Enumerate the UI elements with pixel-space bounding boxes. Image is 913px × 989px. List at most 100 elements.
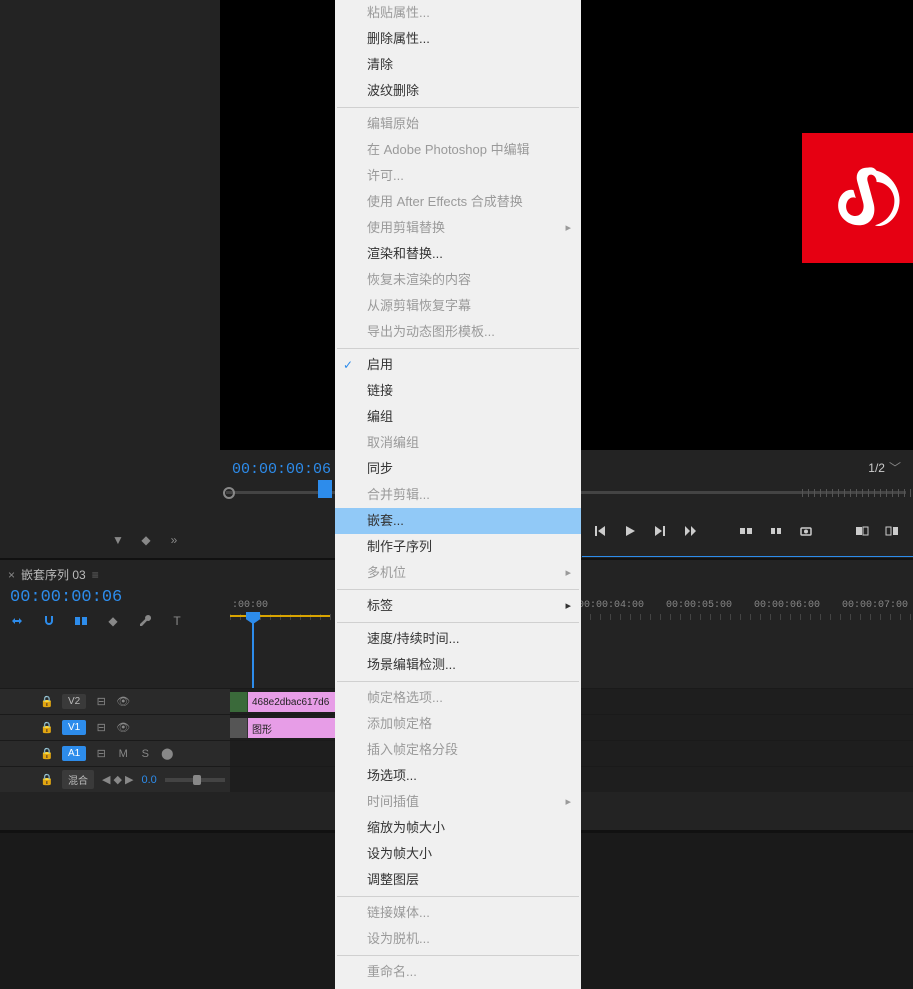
comparison-view-button[interactable] xyxy=(852,521,872,541)
menu-separator xyxy=(337,681,579,682)
sequence-tab[interactable]: × 嵌套序列 03 ≡ xyxy=(8,566,100,583)
left-empty-area xyxy=(0,0,220,450)
menu-item-28[interactable]: 场景编辑检测... xyxy=(335,652,581,678)
marker-icon[interactable]: ◆ xyxy=(138,532,154,548)
menu-item-17[interactable]: 编组 xyxy=(335,404,581,430)
menu-item-22[interactable]: 制作子序列 xyxy=(335,534,581,560)
menu-item-6: 在 Adobe Photoshop 中编辑 xyxy=(335,137,581,163)
step-back-button[interactable] xyxy=(590,521,610,541)
program-timecode[interactable]: 00:00:00:06 xyxy=(232,461,331,478)
menu-item-23: 多机位 xyxy=(335,560,581,586)
scrub-playhead-marker[interactable] xyxy=(318,480,332,498)
menu-item-39: 链接媒体... xyxy=(335,900,581,926)
track-v2-label[interactable]: V2 xyxy=(62,694,86,709)
menu-item-36[interactable]: 设为帧大小 xyxy=(335,841,581,867)
close-tab-icon[interactable]: × xyxy=(8,568,15,582)
text-tool-icon[interactable]: T xyxy=(168,612,186,630)
extract-button[interactable] xyxy=(766,521,786,541)
lock-icon[interactable]: 🔒 xyxy=(40,695,54,708)
menu-item-27[interactable]: 速度/持续时间... xyxy=(335,626,581,652)
mix-slider[interactable] xyxy=(165,778,225,782)
eye-icon[interactable]: 👁 xyxy=(116,721,130,734)
play-button[interactable] xyxy=(620,521,640,541)
netease-music-logo xyxy=(802,133,913,263)
solo-button[interactable]: S xyxy=(138,748,152,760)
menu-item-13: 导出为动态图形模板... xyxy=(335,319,581,345)
mute-button[interactable]: M xyxy=(116,748,130,760)
menu-separator xyxy=(337,622,579,623)
work-area-bar[interactable] xyxy=(230,615,330,617)
tab-menu-icon[interactable]: ≡ xyxy=(92,568,100,582)
track-v2-header[interactable]: 🔒 V2 ⊟ 👁 xyxy=(0,689,230,714)
wrench-tool-icon[interactable] xyxy=(136,612,154,630)
export-frame-button[interactable] xyxy=(796,521,816,541)
lock-icon[interactable]: 🔒 xyxy=(40,721,54,734)
go-to-out-button[interactable] xyxy=(680,521,700,541)
menu-item-7: 许可... xyxy=(335,163,581,189)
mix-value[interactable]: 0.0 xyxy=(142,774,157,786)
clip-fx-badge[interactable] xyxy=(230,718,248,738)
menu-item-15[interactable]: 启用 xyxy=(335,352,581,378)
settings-button[interactable] xyxy=(882,521,902,541)
menu-item-42: 重命名... xyxy=(335,959,581,985)
menu-item-12: 从源剪辑恢复字幕 xyxy=(335,293,581,319)
track-a1-header[interactable]: 🔒 A1 ⊟ M S ⬤ xyxy=(0,741,230,766)
ruler-label-3: 00:00:06:00 xyxy=(754,600,820,611)
menu-item-25[interactable]: 标签 xyxy=(335,593,581,619)
clip-context-menu[interactable]: 粘贴属性...删除属性...清除波纹删除编辑原始在 Adobe Photosho… xyxy=(335,0,581,989)
menu-item-35[interactable]: 缩放为帧大小 xyxy=(335,815,581,841)
sync-lock-icon[interactable]: ⊟ xyxy=(94,721,108,734)
music-note-icon xyxy=(827,158,907,238)
menu-item-1[interactable]: 删除属性... xyxy=(335,26,581,52)
ruler-label-1: 00:00:04:00 xyxy=(578,600,644,611)
menu-item-20: 合并剪辑... xyxy=(335,482,581,508)
track-v1-header[interactable]: 🔒 V1 ⊟ 👁 xyxy=(0,715,230,740)
lock-icon[interactable]: 🔒 xyxy=(40,773,54,786)
marker-tool-icon[interactable]: ◆ xyxy=(104,612,122,630)
clip-fx-badge[interactable] xyxy=(230,692,248,712)
eye-icon[interactable]: 👁 xyxy=(116,695,130,708)
menu-item-37[interactable]: 调整图层 xyxy=(335,867,581,893)
scrub-ruler-ticks xyxy=(802,489,913,497)
clip-v2[interactable]: 468e2dbac617d6 xyxy=(248,692,338,712)
step-forward-button[interactable] xyxy=(650,521,670,541)
timeline-timecode[interactable]: 00:00:00:06 xyxy=(10,588,122,607)
snap-tool-icon[interactable] xyxy=(40,612,58,630)
menu-item-34: 时间插值 xyxy=(335,789,581,815)
menu-item-10[interactable]: 渲染和替换... xyxy=(335,241,581,267)
sync-lock-icon[interactable]: ⊟ xyxy=(94,747,108,760)
transport-controls xyxy=(582,515,913,547)
menu-separator xyxy=(337,589,579,590)
zoom-level-dropdown[interactable]: 1/2 ﹀ xyxy=(868,459,901,476)
track-v1-label[interactable]: V1 xyxy=(62,720,86,735)
timeline-tools: ◆ T xyxy=(8,612,186,630)
menu-item-33[interactable]: 场选项... xyxy=(335,763,581,789)
menu-item-19[interactable]: 同步 xyxy=(335,456,581,482)
menu-item-32: 插入帧定格分段 xyxy=(335,737,581,763)
keyframe-nav-icon[interactable]: ◀ ◆ ▶ xyxy=(102,773,134,786)
menu-item-3[interactable]: 波纹删除 xyxy=(335,78,581,104)
linked-selection-icon[interactable] xyxy=(72,612,90,630)
menu-item-8: 使用 After Effects 合成替换 xyxy=(335,189,581,215)
clip-v1[interactable]: 图形 xyxy=(248,718,338,738)
menu-item-21[interactable]: 嵌套... xyxy=(335,508,581,534)
filter-icon[interactable]: ▼ xyxy=(110,532,126,548)
lock-icon[interactable]: 🔒 xyxy=(40,747,54,760)
lift-button[interactable] xyxy=(736,521,756,541)
track-mix-header[interactable]: 🔒 混合 ◀ ◆ ▶ 0.0 xyxy=(0,767,230,792)
track-a1-label[interactable]: A1 xyxy=(62,746,86,761)
menu-separator xyxy=(337,955,579,956)
scrub-start-handle[interactable] xyxy=(223,487,235,499)
menu-item-40: 设为脱机... xyxy=(335,926,581,952)
ruler-label-0: :00:00 xyxy=(232,600,268,611)
menu-separator xyxy=(337,348,579,349)
insert-tool-icon[interactable] xyxy=(8,612,26,630)
sync-lock-icon[interactable]: ⊟ xyxy=(94,695,108,708)
chevron-right-icon[interactable]: » xyxy=(166,532,182,548)
menu-item-2[interactable]: 清除 xyxy=(335,52,581,78)
chevron-down-icon: ﹀ xyxy=(889,459,901,476)
panel-active-indicator xyxy=(582,556,913,557)
record-icon[interactable]: ⬤ xyxy=(160,747,174,760)
menu-item-16[interactable]: 链接 xyxy=(335,378,581,404)
ruler-label-2: 00:00:05:00 xyxy=(666,600,732,611)
